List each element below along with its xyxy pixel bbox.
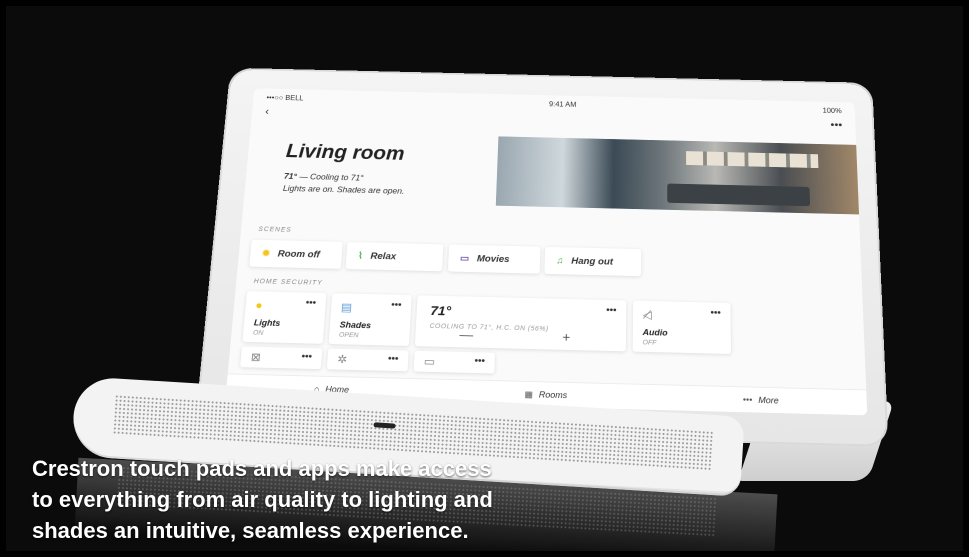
music-icon: ♫ [556, 255, 564, 266]
caption-line-1: Crestron touch pads and apps make access [32, 456, 492, 481]
caption-line-3: shades an intuitive, seamless experience… [32, 518, 469, 543]
tile-state: ON [252, 329, 264, 337]
sun-icon: ✹ [261, 248, 271, 259]
tab-label: More [758, 395, 779, 406]
room-summary: 71° — Cooling to 71° Lights are on. Shad… [282, 170, 405, 197]
more-icon: ••• [742, 394, 753, 405]
battery-label: 100% [822, 106, 842, 115]
decrease-temp-button[interactable]: — [459, 327, 473, 342]
room-photo [495, 136, 863, 215]
thermostat-description: COOLING TO 71°, H.C. ON (56%) [429, 323, 549, 333]
devices-section-label: HOME SECURITY [253, 278, 323, 287]
fan-tile[interactable]: ✲ ••• [326, 348, 409, 372]
tab-more[interactable]: ••• More [743, 395, 779, 405]
camera-tile[interactable]: ⊠ ••• [240, 346, 323, 370]
room-status-line: Lights are on. Shades are open. [282, 183, 405, 196]
tile-state: OFF [642, 339, 657, 347]
more-icon[interactable]: ••• [606, 305, 616, 315]
more-icon[interactable]: ••• [305, 298, 316, 308]
rooms-icon: ▦ [524, 388, 534, 399]
camera-off-icon: ⊠ [250, 350, 262, 364]
increase-temp-button[interactable]: + [562, 329, 570, 344]
tab-label: Rooms [538, 389, 568, 401]
back-icon[interactable]: ‹ [264, 105, 270, 120]
scene-label: Movies [476, 253, 510, 265]
more-icon[interactable]: ••• [301, 352, 312, 363]
more-icon[interactable]: ••• [388, 354, 399, 365]
lounge-icon: ⌇ [357, 250, 364, 261]
marketing-caption: Crestron touch pads and apps make access… [32, 453, 592, 546]
tile-name: Audio [642, 327, 668, 338]
scene-hang-out[interactable]: ♫ Hang out [544, 246, 642, 277]
room-photo-art [686, 151, 819, 169]
scene-room-off[interactable]: ✹ Room off [249, 239, 343, 269]
shade-icon: ▤ [340, 300, 353, 314]
tab-rooms[interactable]: ▦ Rooms [524, 389, 567, 401]
carrier-label: •••○○ BELL [266, 93, 304, 103]
touch-panel-device: •••○○ BELL 9:41 AM 100% ‹ ••• Living roo… [196, 69, 887, 445]
audio-tile[interactable]: ◁̸ ••• Audio OFF [632, 300, 732, 355]
lights-tile[interactable]: ● ••• Lights ON [242, 291, 327, 344]
fan-icon: ✲ [336, 352, 348, 367]
clock-label: 9:41 AM [548, 100, 577, 109]
bulb-icon: ● [254, 298, 264, 312]
scene-label: Relax [370, 251, 397, 262]
scenes-section-label: SCENES [258, 226, 292, 234]
tile-name: Lights [253, 317, 281, 328]
room-temperature: 71° [283, 171, 298, 181]
room-cooling-status: — Cooling to 71° [296, 172, 364, 183]
thermostat-tile[interactable]: 71° ••• COOLING TO 71°, H.C. ON (56%) — … [414, 295, 627, 352]
more-icon[interactable]: ••• [474, 356, 485, 367]
caption-line-2: to everything from air quality to lighti… [32, 487, 493, 512]
more-icon[interactable]: ••• [391, 300, 402, 310]
tv-icon: ▭ [459, 253, 470, 264]
more-icon[interactable]: ••• [710, 308, 720, 318]
tile-state: OPEN [338, 332, 359, 340]
tv-tile[interactable]: ▭ ••• [413, 350, 496, 374]
tv-icon: ▭ [423, 354, 436, 369]
more-options-icon[interactable]: ••• [830, 119, 842, 135]
room-photo-sofa [667, 183, 811, 207]
room-title: Living room [285, 139, 406, 165]
scene-label: Room off [277, 248, 321, 260]
touch-panel-screen: •••○○ BELL 9:41 AM 100% ‹ ••• Living roo… [225, 88, 868, 416]
photo-frame: •••○○ BELL 9:41 AM 100% ‹ ••• Living roo… [6, 6, 963, 551]
speaker-off-icon: ◁̸ [642, 308, 652, 322]
shades-tile[interactable]: ▤ ••• Shades OPEN [328, 293, 412, 346]
scene-movies[interactable]: ▭ Movies [447, 244, 541, 274]
thermostat-value: 71° [430, 302, 452, 319]
scene-label: Hang out [571, 255, 614, 267]
scene-relax[interactable]: ⌇ Relax [345, 241, 444, 272]
tile-name: Shades [339, 320, 372, 331]
